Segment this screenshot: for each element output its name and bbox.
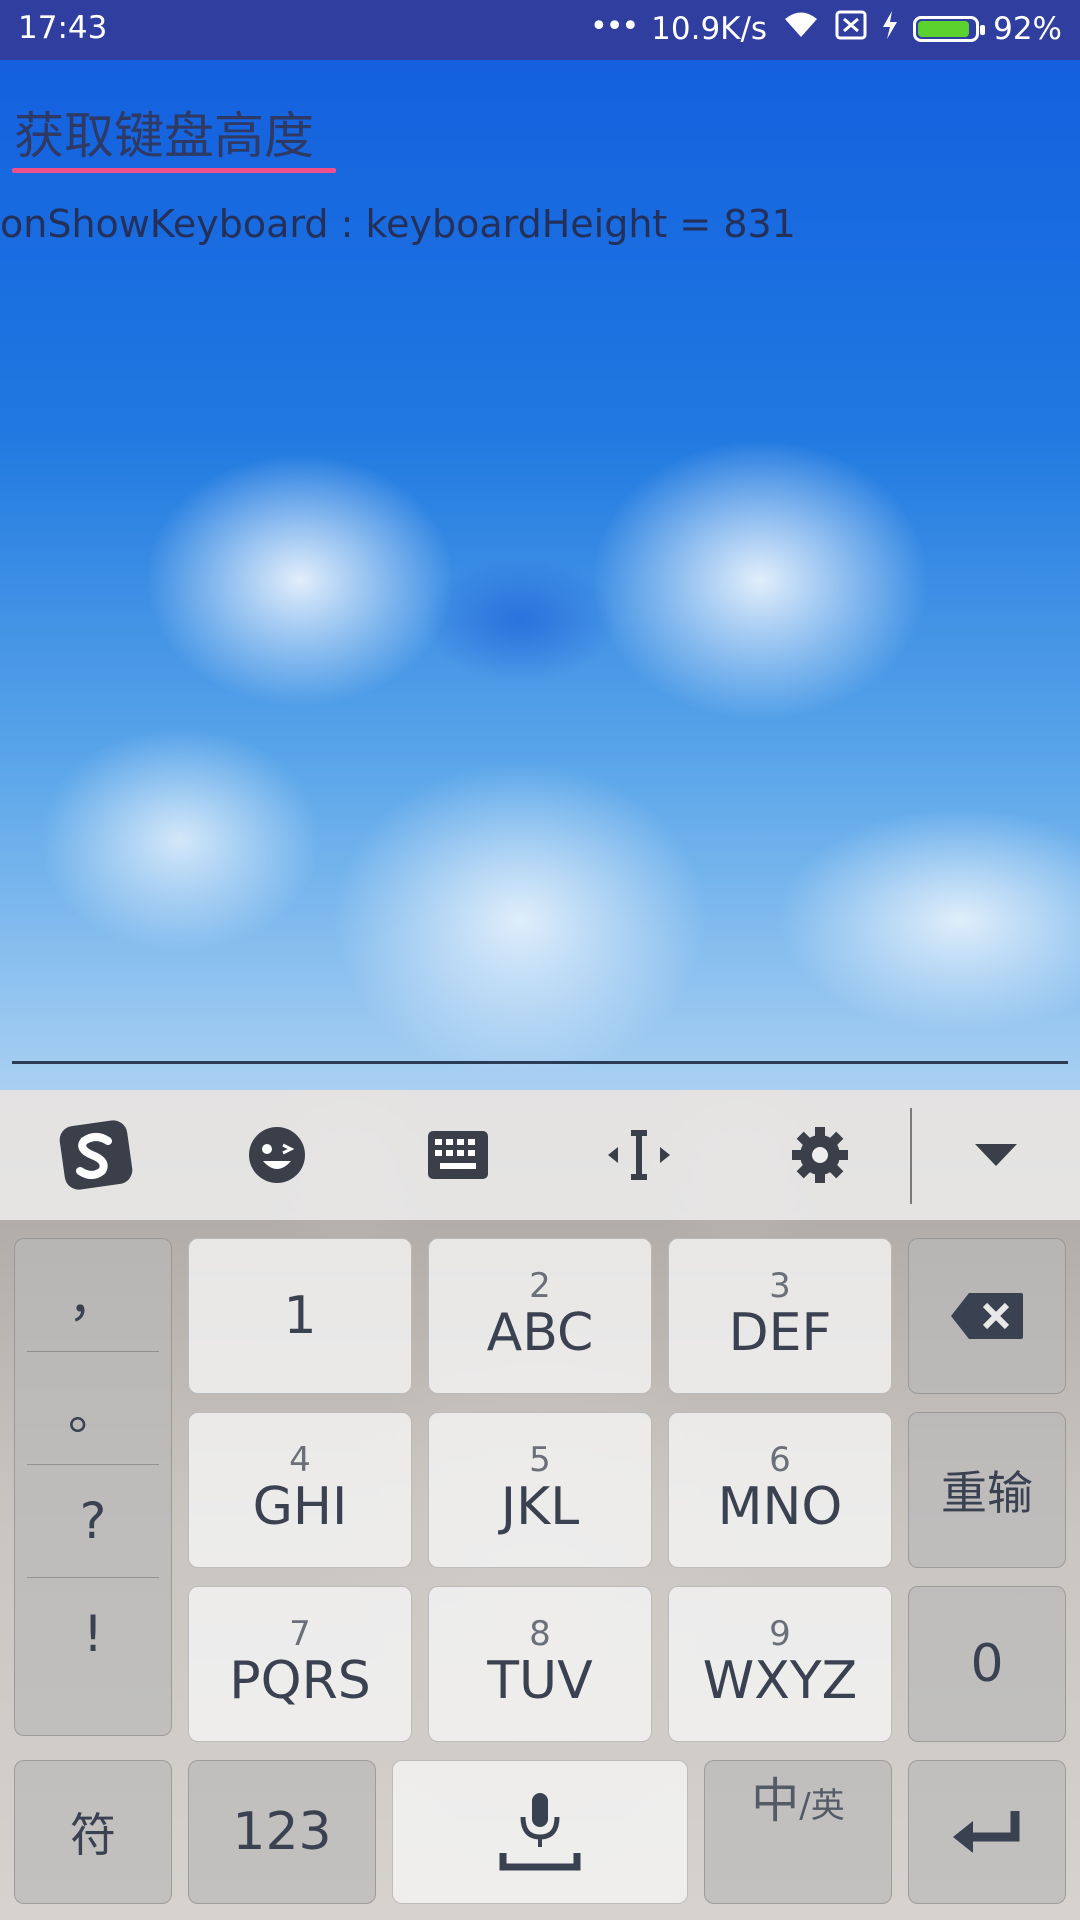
battery-percent: 92%	[993, 11, 1062, 47]
key-2-abc[interactable]: 2 ABC	[428, 1238, 652, 1394]
emoji-icon[interactable]	[235, 1113, 319, 1197]
microphone-icon	[499, 1793, 581, 1871]
space-voice-key[interactable]	[392, 1760, 688, 1904]
symbols-key[interactable]: 符	[14, 1760, 172, 1904]
settings-icon[interactable]	[778, 1113, 862, 1197]
status-time: 17:43	[18, 10, 108, 46]
key-3-def[interactable]: 3 DEF	[668, 1238, 892, 1394]
battery-level	[918, 21, 970, 37]
keyboard-height-text: onShowKeyboard : keyboardHeight = 831	[0, 202, 796, 246]
keyboard-toolbar	[0, 1090, 1080, 1220]
keyboard-icon[interactable]	[416, 1113, 500, 1197]
lang-alt-label: /英	[799, 1786, 845, 1826]
title-underline	[12, 168, 336, 173]
wifi-icon	[781, 10, 821, 48]
sogou-logo-icon[interactable]	[54, 1113, 138, 1197]
backspace-icon	[951, 1293, 1023, 1339]
key-5-jkl[interactable]: 5 JKL	[428, 1412, 652, 1568]
enter-icon	[953, 1811, 1020, 1853]
punct-exclaim-key[interactable]: !	[27, 1578, 159, 1690]
soft-keyboard: ， 。 ? ! 1 2 ABC 3 DEF 4 GHI 5 JKL 6 MNO …	[0, 1090, 1080, 1920]
key-6-mno[interactable]: 6 MNO	[668, 1412, 892, 1568]
backspace-key[interactable]	[908, 1238, 1066, 1394]
punct-comma-key[interactable]: ，	[27, 1239, 159, 1352]
sim-x-icon	[835, 10, 867, 48]
numbers-key[interactable]: 123	[188, 1760, 376, 1904]
network-speed: 10.9K/s	[651, 11, 768, 47]
key-0[interactable]: 0	[908, 1586, 1066, 1742]
charging-icon	[881, 10, 899, 48]
punctuation-column: ， 。 ? !	[14, 1238, 172, 1736]
lang-main-label: 中	[751, 1773, 800, 1829]
key-4-ghi[interactable]: 4 GHI	[188, 1412, 412, 1568]
collapse-chevron-icon[interactable]	[954, 1113, 1038, 1197]
punct-period-key[interactable]: 。	[27, 1352, 159, 1465]
more-dots-icon: •••	[590, 8, 639, 44]
status-right-group: ••• 10.9K/s 92%	[590, 8, 1062, 48]
key-7-pqrs[interactable]: 7 PQRS	[188, 1586, 412, 1742]
key-9-wxyz[interactable]: 9 WXYZ	[668, 1586, 892, 1742]
reinput-key[interactable]: 重输	[908, 1412, 1066, 1568]
enter-key[interactable]	[908, 1760, 1066, 1904]
cursor-move-icon[interactable]	[597, 1113, 681, 1197]
page-title: 获取键盘高度	[14, 107, 314, 165]
language-switch-key[interactable]: 中 /英	[704, 1760, 892, 1904]
text-input-field[interactable]	[12, 1061, 1068, 1064]
key-1[interactable]: 1	[188, 1238, 412, 1394]
key-8-tuv[interactable]: 8 TUV	[428, 1586, 652, 1742]
toolbar-divider	[910, 1108, 912, 1204]
battery-icon	[913, 16, 986, 42]
status-bar: 17:43 ••• 10.9K/s 92%	[0, 0, 1080, 60]
punct-question-key[interactable]: ?	[27, 1465, 159, 1578]
